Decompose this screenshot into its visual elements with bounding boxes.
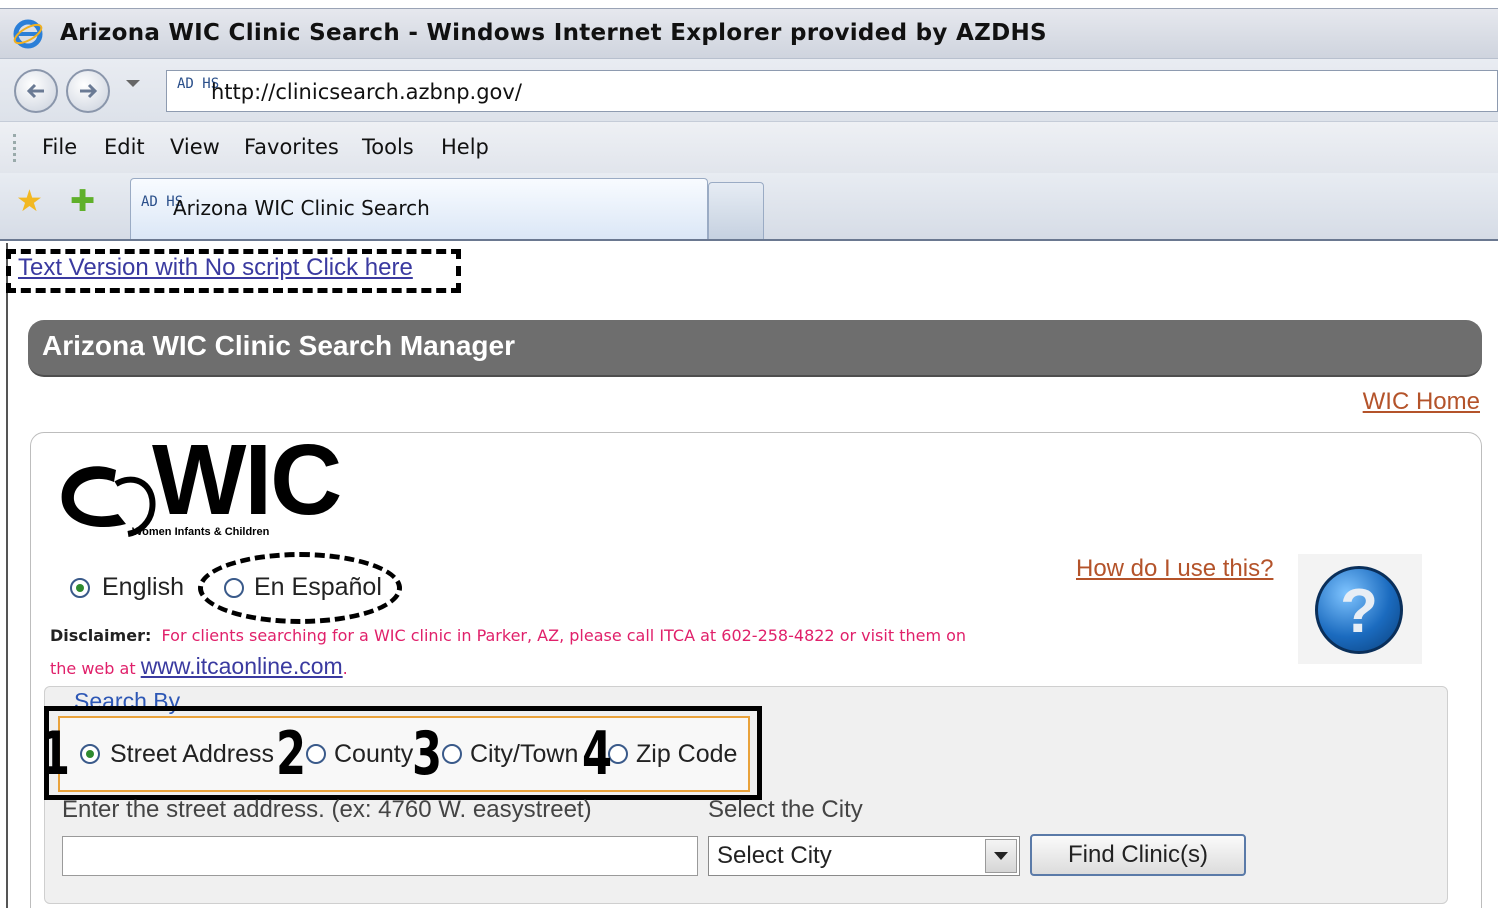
find-clinics-button[interactable]: Find Clinic(s): [1030, 834, 1246, 876]
page-title: Arizona WIC Clinic Search Manager: [42, 330, 515, 361]
add-favorite-icon[interactable]: ✚: [70, 187, 95, 217]
forward-button[interactable]: [66, 69, 110, 113]
back-button[interactable]: [14, 69, 58, 113]
tab-label: Arizona WIC Clinic Search: [173, 196, 430, 220]
wic-logo: WIC Women Infants & Children: [56, 430, 342, 542]
itca-link[interactable]: www.itcaonline.com: [141, 653, 343, 679]
annotation-number-1: 1: [40, 719, 71, 789]
help-circle: ?: [1315, 566, 1403, 654]
wic-logo-text: WIC: [152, 424, 342, 536]
menu-edit[interactable]: Edit: [104, 135, 145, 159]
wic-logo-subtitle: Women Infants & Children: [132, 526, 270, 538]
menu-favorites[interactable]: Favorites: [244, 135, 339, 159]
new-tab-button[interactable]: [708, 182, 764, 239]
wic-home-link[interactable]: WIC Home: [1363, 388, 1480, 416]
annotation-number-2: 2: [276, 719, 307, 789]
page-header: Arizona WIC Clinic Search Manager: [28, 320, 1482, 377]
menu-help[interactable]: Help: [441, 135, 489, 159]
language-english-label: English: [102, 573, 184, 601]
disclaimer: Disclaimer: For clients searching for a …: [50, 620, 990, 684]
annotation-box: [44, 706, 762, 800]
toolbar-grip: [13, 134, 16, 162]
content-border: [6, 243, 8, 908]
city-select[interactable]: Select City: [708, 836, 1020, 876]
window-titlebar: Arizona WIC Clinic Search - Windows Inte…: [0, 8, 1498, 58]
annotation-number-3: 3: [412, 719, 443, 789]
disclaimer-label: Disclaimer:: [50, 626, 152, 645]
disclaimer-end: .: [342, 659, 348, 678]
url-field[interactable]: AD HS http://clinicsearch.azbnp.gov/: [166, 70, 1498, 112]
url-text: http://clinicsearch.azbnp.gov/: [211, 80, 522, 104]
window-title: Arizona WIC Clinic Search - Windows Inte…: [60, 20, 1047, 46]
help-icon[interactable]: ?: [1298, 554, 1422, 664]
address-toolbar: AD HS http://clinicsearch.azbnp.gov/: [0, 58, 1498, 121]
address-field-label: Enter the street address. (ex: 4760 W. e…: [62, 796, 592, 823]
chevron-down-icon[interactable]: [985, 839, 1017, 873]
highlight-dashed-ellipse: [198, 552, 402, 624]
forward-arrow-icon: [80, 83, 98, 99]
tab-wic-clinic-search[interactable]: AD HS Arizona WIC Clinic Search: [130, 178, 708, 239]
menu-tools[interactable]: Tools: [362, 135, 414, 159]
menu-file[interactable]: File: [42, 135, 77, 159]
back-arrow-icon: [26, 83, 44, 99]
annotation-number-4: 4: [582, 719, 613, 789]
question-mark-glyph: ?: [1340, 577, 1378, 646]
internet-explorer-icon: [13, 19, 43, 49]
menu-bar: File Edit View Favorites Tools Help: [0, 121, 1498, 173]
city-field-label: Select the City: [708, 796, 863, 823]
tab-bar: ★ ✚ AD HS Arizona WIC Clinic Search: [0, 173, 1498, 241]
menu-view[interactable]: View: [170, 135, 220, 159]
city-select-value: Select City: [717, 842, 832, 869]
street-address-input[interactable]: [62, 836, 698, 876]
highlight-dashed-box: [6, 249, 461, 293]
language-english-radio[interactable]: [70, 578, 90, 598]
history-dropdown-icon[interactable]: [126, 80, 140, 87]
favorites-star-icon[interactable]: ★: [16, 187, 43, 217]
how-to-use-link[interactable]: How do I use this?: [1076, 555, 1273, 583]
